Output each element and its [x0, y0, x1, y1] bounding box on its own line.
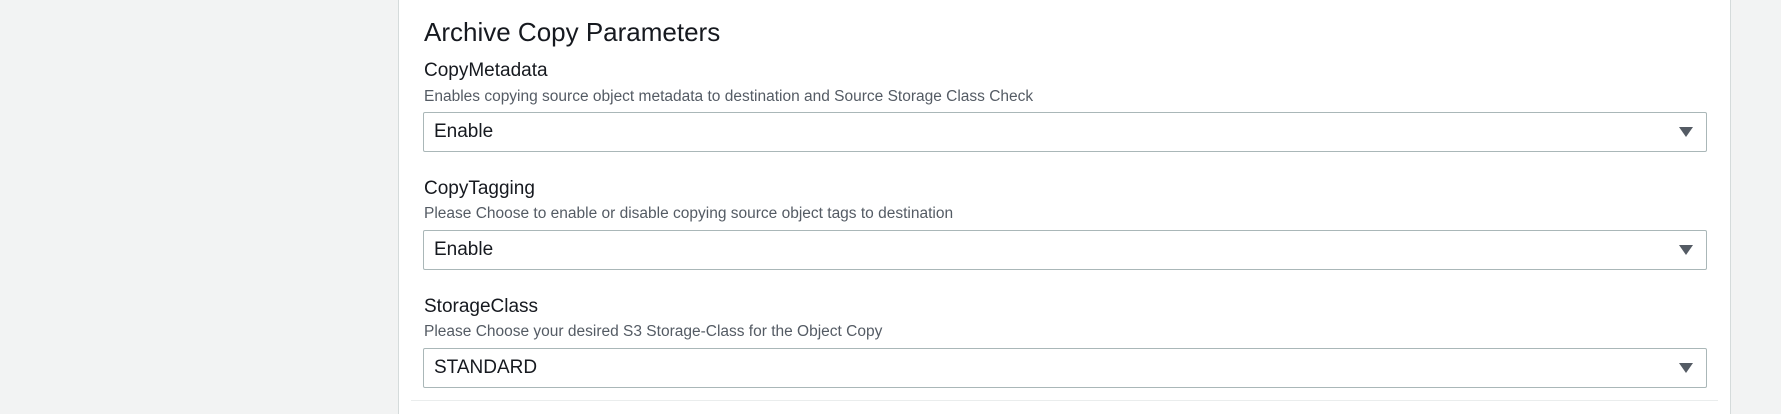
copy-metadata-selected-value: Enable	[434, 121, 494, 142]
caret-down-icon	[1679, 245, 1693, 255]
copy-metadata-select[interactable]: Enable	[423, 112, 1707, 152]
copy-metadata-label: CopyMetadata	[424, 60, 548, 81]
caret-down-icon	[1679, 127, 1693, 137]
copy-tagging-label: CopyTagging	[424, 178, 535, 199]
section-title: Archive Copy Parameters	[424, 17, 721, 47]
copy-tagging-description: Please Choose to enable or disable copyi…	[424, 205, 954, 222]
storage-class-select[interactable]: STANDARD	[423, 348, 1707, 388]
section-divider	[411, 400, 1718, 401]
copy-tagging-select[interactable]: Enable	[423, 230, 1707, 270]
storage-class-description: Please Choose your desired S3 Storage-Cl…	[424, 323, 883, 340]
copy-metadata-description: Enables copying source object metadata t…	[424, 88, 1034, 105]
storage-class-selected-value: STANDARD	[434, 357, 538, 378]
copy-tagging-selected-value: Enable	[434, 239, 494, 260]
caret-down-icon	[1679, 363, 1693, 373]
storage-class-label: StorageClass	[424, 296, 539, 317]
